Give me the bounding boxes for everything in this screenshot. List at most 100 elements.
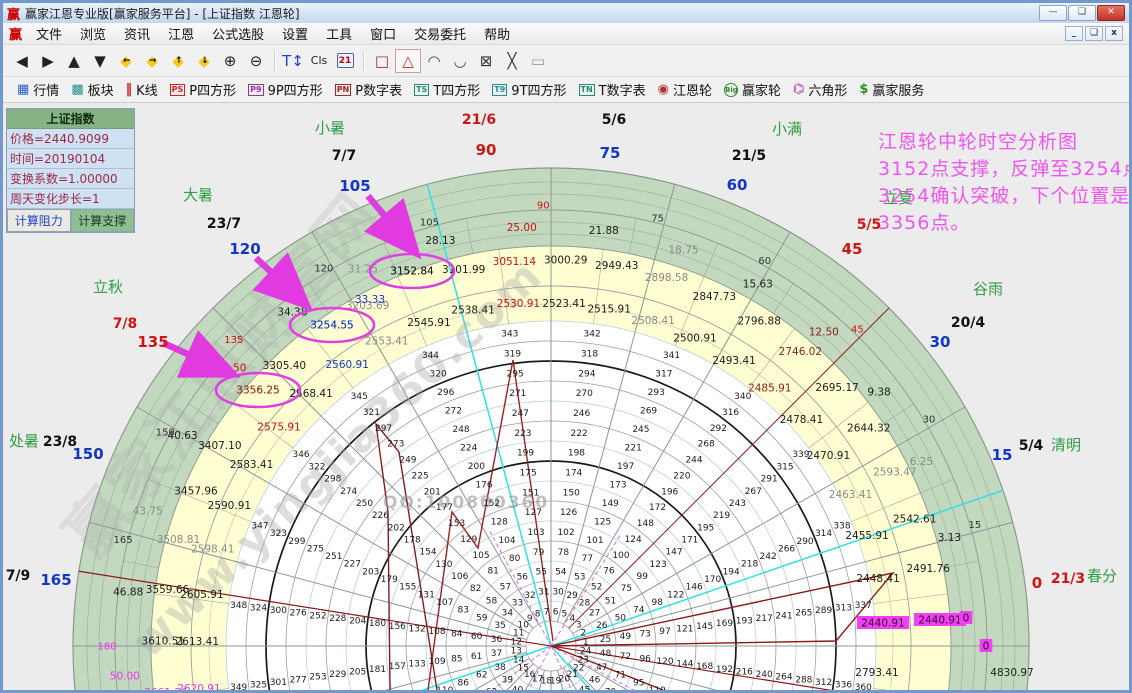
mdi-close-button[interactable]: x (1105, 26, 1123, 41)
maximize-button[interactable]: ❑ (1068, 5, 1096, 21)
outer-label: 处暑 (9, 432, 39, 450)
price-major-value: 3000.29 (544, 254, 587, 266)
winner-wheel-icon: Big (724, 83, 738, 97)
tool-t-square[interactable]: TST四方形 (408, 79, 486, 100)
svg-text:225: 225 (412, 471, 429, 481)
zoom-out-button[interactable]: ⊖ (243, 49, 269, 73)
diamond-right-button[interactable]: ◆→ (139, 49, 165, 73)
svg-text:242: 242 (760, 552, 777, 562)
tool-kline[interactable]: ‖K线 (120, 79, 164, 100)
back-button[interactable]: ◀ (9, 49, 35, 73)
tool-hexagon[interactable]: ⌬六角形 (787, 79, 853, 100)
tool-9t-square[interactable]: T99T四方形 (486, 79, 572, 100)
svg-text:251: 251 (325, 552, 342, 562)
close-button[interactable]: ✕ (1097, 5, 1125, 21)
menu-item-7[interactable]: 窗口 (361, 22, 405, 45)
menu-item-6[interactable]: 工具 (317, 22, 361, 45)
calc-resistance-button[interactable]: 计算阻力 (7, 209, 71, 232)
arc-cw-tool-button[interactable]: ◠ (421, 49, 447, 73)
menu-item-8[interactable]: 交易委托 (405, 22, 475, 45)
menu-item-4[interactable]: 公式选股 (203, 22, 273, 45)
svg-text:31: 31 (538, 587, 549, 597)
menu-item-9[interactable]: 帮助 (475, 22, 519, 45)
tool-9p-square[interactable]: P99P四方形 (242, 79, 329, 100)
menu-item-2[interactable]: 资讯 (115, 22, 159, 45)
pct-value: 15.63 (743, 279, 773, 291)
triangle-tool-button[interactable]: △ (395, 49, 421, 73)
diamond-up-button[interactable]: ◆↑ (165, 49, 191, 73)
calendar-21-button[interactable]: 21 (332, 49, 358, 73)
svg-text:124: 124 (625, 535, 642, 545)
outer-label: 清明 (1051, 436, 1081, 454)
tool-gann-wheel[interactable]: ◉江恩轮 (652, 79, 718, 100)
svg-text:342: 342 (584, 330, 601, 340)
degree-value: 75 (651, 214, 664, 225)
menu-item-0[interactable]: 文件 (27, 22, 71, 45)
rotate-up-button[interactable]: ▲ (61, 49, 87, 73)
price-major-value: 3661.36 (144, 687, 188, 690)
svg-text:73: 73 (639, 630, 650, 640)
minimize-button[interactable]: — (1039, 5, 1067, 21)
t-updown-button[interactable]: T↕ (280, 49, 306, 73)
svg-text:216: 216 (736, 667, 753, 677)
scatter-tool-button[interactable]: ╳ (499, 49, 525, 73)
9p-square-icon: P9 (248, 84, 263, 96)
svg-text:273: 273 (387, 440, 404, 450)
svg-text:150: 150 (563, 488, 580, 498)
calc-support-button[interactable]: 计算支撑 (71, 209, 135, 232)
svg-text:121: 121 (676, 624, 693, 634)
tool-p-number-table[interactable]: PNP数字表 (329, 79, 408, 100)
svg-text:227: 227 (344, 560, 361, 570)
svg-text:170: 170 (704, 575, 721, 585)
svg-text:221: 221 (625, 443, 642, 453)
tool-sectors[interactable]: ▩板块 (65, 79, 119, 100)
mdi-minimize-button[interactable]: _ (1065, 26, 1083, 41)
svg-text:179: 179 (381, 575, 398, 585)
svg-text:314: 314 (815, 529, 832, 539)
outer-label: 120 (229, 240, 260, 258)
outer-label: 21/5 (732, 148, 766, 164)
degree-value: 180 (97, 642, 116, 653)
mdi-restore-button[interactable]: ❑ (1085, 26, 1103, 41)
hexagon-label: 六角形 (808, 80, 847, 99)
menu-item-5[interactable]: 设置 (273, 22, 317, 45)
zoom-in-button[interactable]: ⊕ (217, 49, 243, 73)
svg-text:269: 269 (640, 406, 657, 416)
svg-text:337: 337 (855, 601, 872, 611)
rotate-down-button[interactable]: ▼ (87, 49, 113, 73)
svg-text:148: 148 (637, 519, 654, 529)
cls-button[interactable]: Cls (306, 49, 332, 73)
price-major-value: 2796.88 (738, 316, 781, 328)
highlight-value: 3254.55 (310, 320, 353, 332)
svg-text:176: 176 (475, 480, 492, 490)
forward-button[interactable]: ▶ (35, 49, 61, 73)
monitor-tool-button[interactable]: ▭ (525, 49, 551, 73)
menu-item-3[interactable]: 江恩 (159, 22, 203, 45)
rect-tool-button[interactable]: □ (369, 49, 395, 73)
svg-text:298: 298 (324, 475, 341, 485)
svg-text:250: 250 (356, 499, 373, 509)
menu-item-1[interactable]: 浏览 (71, 22, 115, 45)
svg-text:217: 217 (756, 614, 773, 624)
tool-t-number-table[interactable]: TNT数字表 (573, 79, 652, 100)
svg-text:46: 46 (589, 675, 601, 685)
diamond-left-button[interactable]: ◆← (113, 49, 139, 73)
degree-value: 45 (851, 324, 864, 335)
xbox-tool-button[interactable]: ⊠ (473, 49, 499, 73)
app-logo-icon: 赢 (7, 4, 20, 23)
tool-winner-wheel[interactable]: Big赢家轮 (718, 79, 787, 100)
svg-text:40: 40 (512, 686, 524, 690)
tool-winner-service[interactable]: $赢家服务 (853, 79, 930, 100)
tool-quotes[interactable]: ▦行情 (11, 79, 65, 100)
arc-ccw-tool-button[interactable]: ◡ (447, 49, 473, 73)
svg-text:323: 323 (270, 529, 287, 539)
title-bar[interactable]: 赢 赢家江恩专业版[赢家服务平台] - [上证指数 江恩轮] — ❑ ✕ (3, 3, 1129, 23)
window-title: 赢家江恩专业版[赢家服务平台] - [上证指数 江恩轮] (25, 5, 1039, 22)
diamond-down-button[interactable]: ◆↓ (191, 49, 217, 73)
price-major-value: 2746.02 (779, 346, 822, 358)
degree-value: 30 (923, 414, 936, 425)
gann-wheel-icon: ◉ (658, 82, 669, 97)
quotes-label: 行情 (33, 80, 59, 99)
outer-label: 7/9 (6, 568, 31, 584)
tool-p-square[interactable]: PSP四方形 (164, 79, 242, 100)
